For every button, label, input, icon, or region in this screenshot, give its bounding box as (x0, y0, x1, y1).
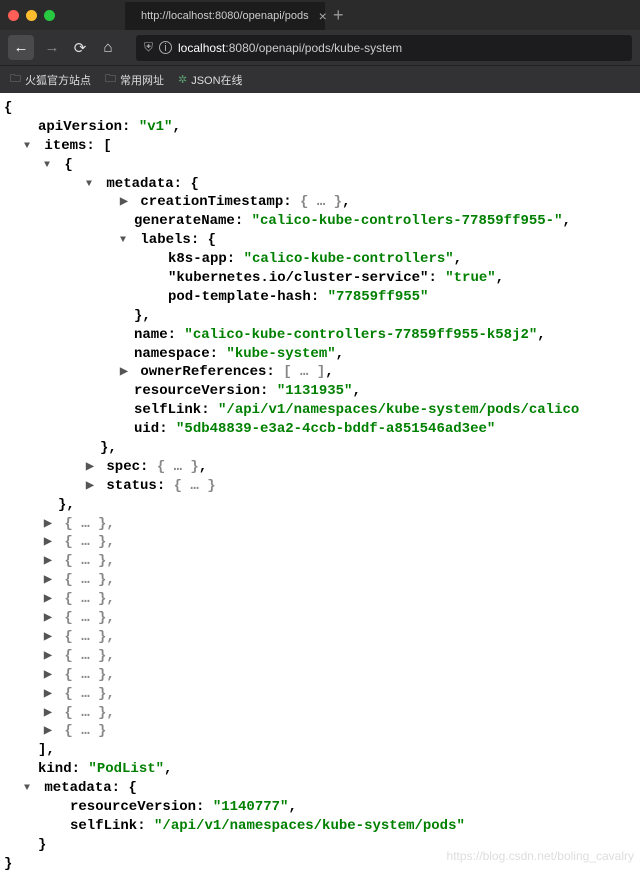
expand-toggle[interactable] (44, 536, 56, 550)
minimize-window-button[interactable] (26, 10, 37, 21)
json-line[interactable]: k8s-app: "calico-kube-controllers", (4, 250, 636, 269)
json-line[interactable]: }, (4, 496, 636, 515)
expand-toggle[interactable] (24, 782, 36, 796)
tab-title: http://localhost:8080/openapi/pods (141, 10, 309, 22)
new-tab-button[interactable]: + (333, 5, 344, 26)
expand-toggle[interactable] (120, 234, 132, 248)
json-line[interactable]: selfLink: "/api/v1/namespaces/kube-syste… (4, 401, 636, 420)
expand-toggle[interactable] (86, 461, 98, 475)
json-line[interactable]: "kubernetes.io/cluster-service": "true", (4, 269, 636, 288)
url-text: localhost:8080/openapi/pods/kube-system (178, 41, 402, 55)
expand-toggle[interactable] (86, 178, 98, 192)
json-line[interactable]: }, (4, 439, 636, 458)
expand-toggle[interactable] (44, 669, 56, 683)
json-line[interactable]: resourceVersion: "1140777", (4, 798, 636, 817)
bookmark-firefox-official[interactable]: 🗀 火狐官方站点 (10, 70, 91, 89)
json-line[interactable]: uid: "5db48839-e3a2-4ccb-bddf-a851546ad3… (4, 420, 636, 439)
json-line[interactable]: { … }, (4, 647, 636, 666)
shield-icon: ⛨ (144, 40, 153, 55)
expand-toggle[interactable] (24, 140, 36, 154)
json-line[interactable]: spec: { … }, (4, 458, 636, 477)
json-line[interactable]: ], (4, 741, 636, 760)
json-line[interactable]: pod-template-hash: "77859ff955" (4, 288, 636, 307)
info-icon[interactable]: i (159, 41, 172, 54)
folder-icon: 🗀 (10, 70, 21, 89)
json-line[interactable]: items: [ (4, 137, 636, 156)
json-line[interactable]: { … } (4, 722, 636, 741)
expand-toggle[interactable] (120, 196, 132, 210)
window-controls (8, 10, 55, 21)
json-line[interactable]: { … }, (4, 628, 636, 647)
json-line[interactable]: status: { … } (4, 477, 636, 496)
expand-toggle[interactable] (44, 612, 56, 626)
browser-tab[interactable]: http://localhost:8080/openapi/pods × (125, 2, 325, 30)
titlebar: http://localhost:8080/openapi/pods × + (0, 0, 640, 30)
watermark: https://blog.csdn.net/boling_cavalry (447, 849, 634, 863)
json-line[interactable]: creationTimestamp: { … }, (4, 193, 636, 212)
json-line[interactable]: { … }, (4, 571, 636, 590)
json-line[interactable]: name: "calico-kube-controllers-77859ff95… (4, 326, 636, 345)
expand-toggle[interactable] (86, 480, 98, 494)
expand-toggle[interactable] (44, 688, 56, 702)
close-window-button[interactable] (8, 10, 19, 21)
json-line[interactable]: { (4, 156, 636, 175)
json-line[interactable]: { … }, (4, 609, 636, 628)
json-line[interactable]: { (4, 99, 636, 118)
json-line[interactable]: resourceVersion: "1131935", (4, 382, 636, 401)
reload-button[interactable]: ⟳ (70, 39, 90, 57)
bookmarks-bar: 🗀 火狐官方站点 🗀 常用网址 ✲ JSON在线 (0, 65, 640, 93)
expand-toggle[interactable] (120, 366, 132, 380)
json-line[interactable]: { … }, (4, 552, 636, 571)
json-line[interactable]: { … }, (4, 533, 636, 552)
json-line[interactable]: generateName: "calico-kube-controllers-7… (4, 212, 636, 231)
expand-toggle[interactable] (44, 593, 56, 607)
json-line[interactable]: { … }, (4, 685, 636, 704)
json-line[interactable]: apiVersion: "v1", (4, 118, 636, 137)
navigation-toolbar: ← → ⟳ ⌂ ⛨ i localhost:8080/openapi/pods/… (0, 30, 640, 65)
folder-icon: 🗀 (105, 70, 116, 89)
expand-toggle[interactable] (44, 707, 56, 721)
close-tab-button[interactable]: × (319, 8, 327, 24)
address-bar[interactable]: ⛨ i localhost:8080/openapi/pods/kube-sys… (136, 35, 632, 61)
expand-toggle[interactable] (44, 574, 56, 588)
json-line[interactable]: metadata: { (4, 779, 636, 798)
expand-toggle[interactable] (44, 650, 56, 664)
home-button[interactable]: ⌂ (98, 39, 118, 56)
json-line[interactable]: labels: { (4, 231, 636, 250)
json-line[interactable]: { … }, (4, 515, 636, 534)
json-line[interactable]: { … }, (4, 590, 636, 609)
expand-toggle[interactable] (44, 159, 56, 173)
back-button[interactable]: ← (8, 35, 34, 60)
json-line[interactable]: metadata: { (4, 175, 636, 194)
json-line[interactable]: selfLink: "/api/v1/namespaces/kube-syste… (4, 817, 636, 836)
bookmark-common-urls[interactable]: 🗀 常用网址 (105, 70, 164, 89)
expand-toggle[interactable] (44, 725, 56, 739)
forward-button[interactable]: → (42, 39, 62, 56)
json-line[interactable]: ownerReferences: [ … ], (4, 363, 636, 382)
json-viewer: { apiVersion: "v1", items: [ { metadata:… (0, 93, 640, 880)
bookmark-json-online[interactable]: ✲ JSON在线 (178, 72, 243, 88)
json-line[interactable]: { … }, (4, 704, 636, 723)
json-line[interactable]: kind: "PodList", (4, 760, 636, 779)
json-line[interactable]: }, (4, 307, 636, 326)
json-line[interactable]: { … }, (4, 666, 636, 685)
maximize-window-button[interactable] (44, 10, 55, 21)
expand-toggle[interactable] (44, 555, 56, 569)
expand-toggle[interactable] (44, 631, 56, 645)
gear-icon: ✲ (178, 73, 187, 86)
json-line[interactable]: namespace: "kube-system", (4, 345, 636, 364)
expand-toggle[interactable] (44, 518, 56, 532)
